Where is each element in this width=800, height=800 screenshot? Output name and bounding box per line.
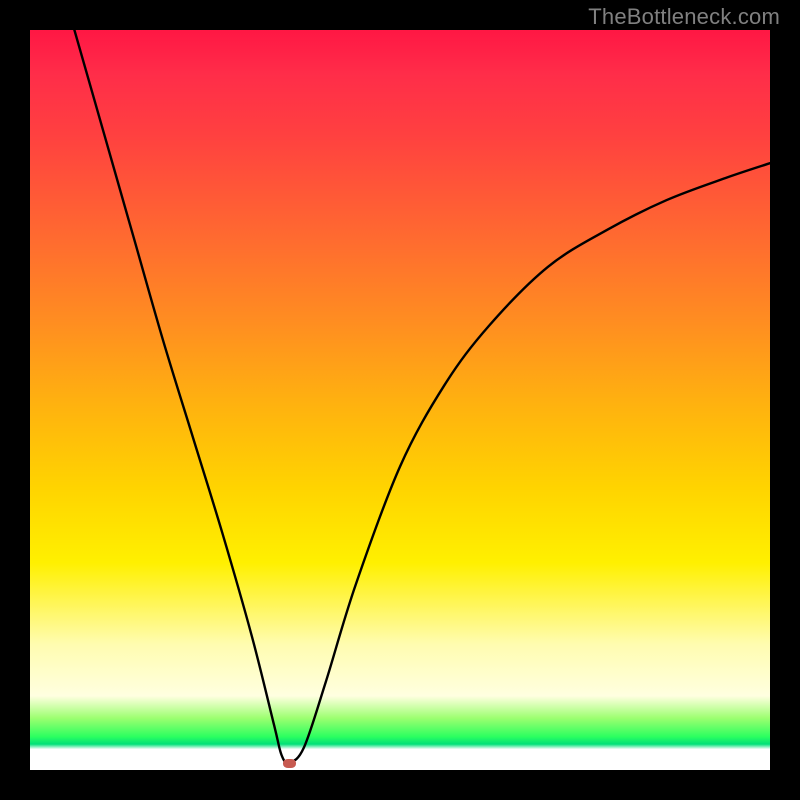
bottleneck-curve [30, 30, 770, 770]
watermark-text: TheBottleneck.com [588, 4, 780, 30]
chart-frame: TheBottleneck.com [0, 0, 800, 800]
curve-min-marker [283, 759, 296, 768]
